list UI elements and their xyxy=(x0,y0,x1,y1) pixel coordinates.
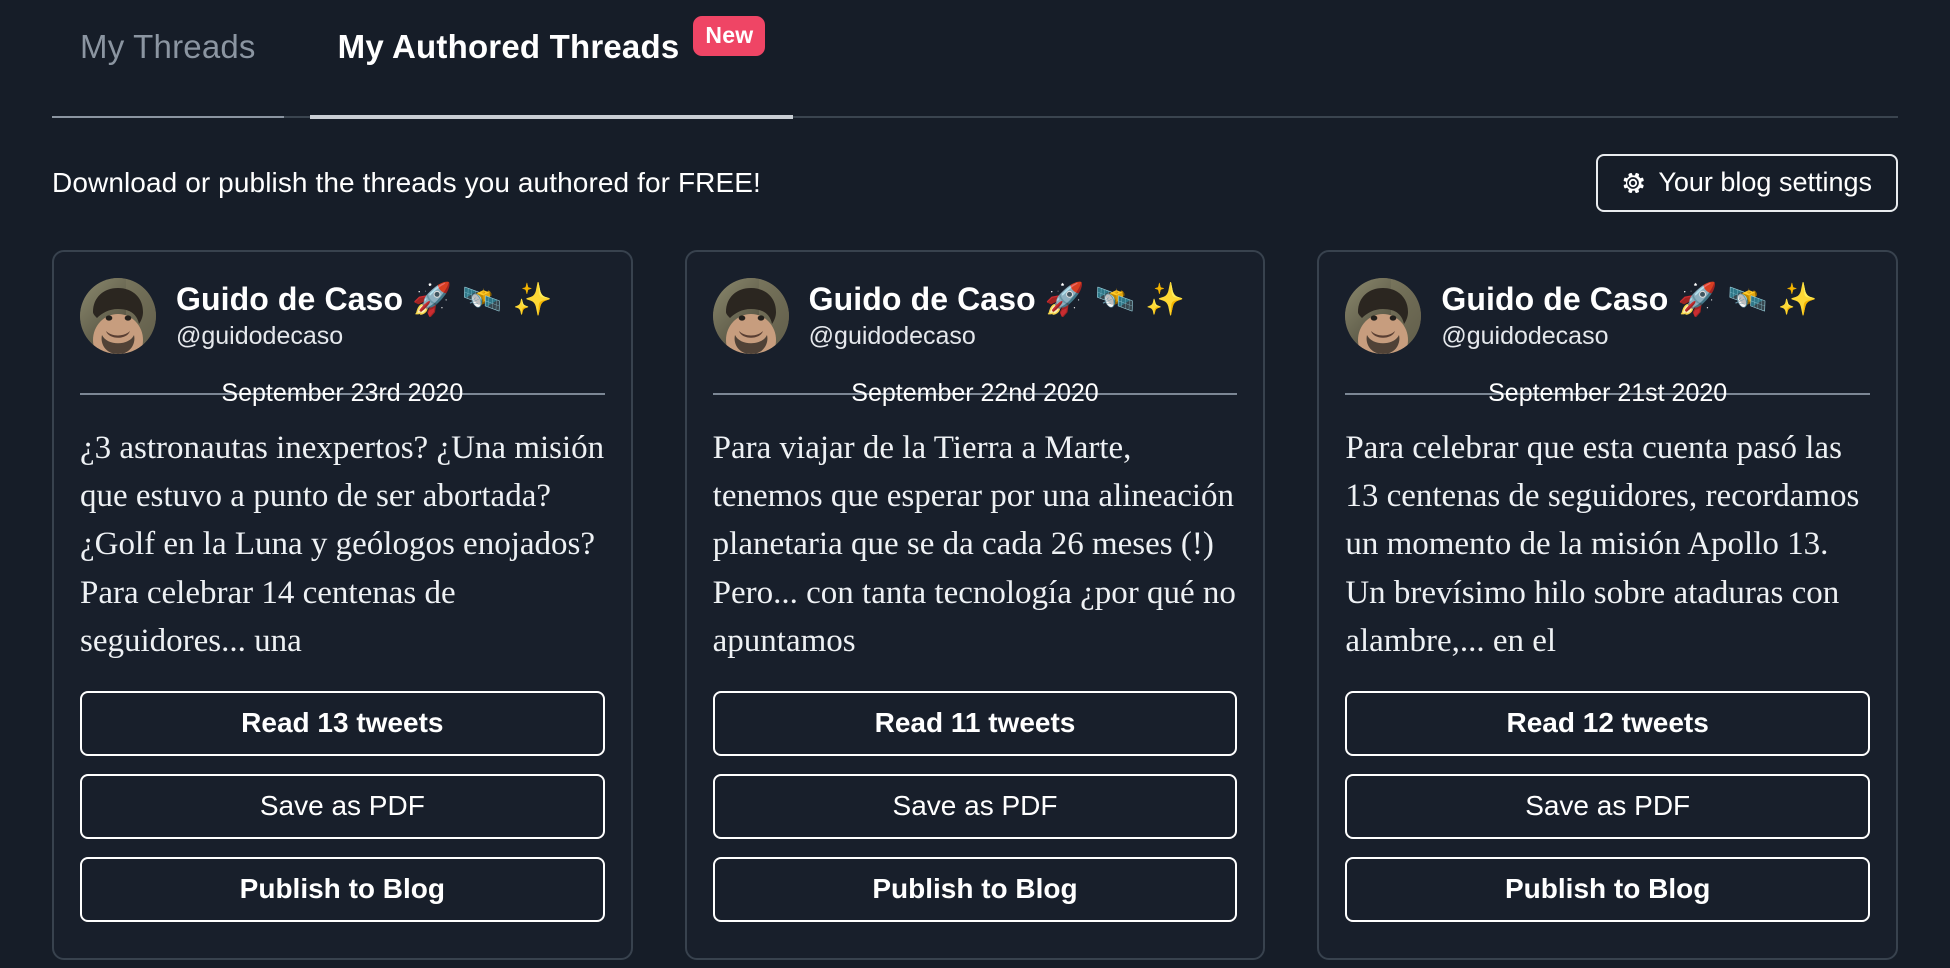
avatar xyxy=(712,278,789,354)
card-header: Guido de Caso 🚀 🛰️ ✨ @guidodecaso xyxy=(80,278,605,354)
subheader: Download or publish the threads you auth… xyxy=(52,118,1898,232)
new-badge: New xyxy=(693,16,766,56)
author-name-text: Guido de Caso xyxy=(1441,280,1669,317)
thread-excerpt: Para celebrar que esta cuenta pasó las 1… xyxy=(1345,430,1860,659)
thread-card[interactable]: Guido de Caso 🚀 🛰️ ✨ @guidodecaso Septem… xyxy=(52,250,633,961)
tab-bar: My Threads My Authored Threads New xyxy=(52,0,1898,119)
author-identity: Guido de Caso 🚀 🛰️ ✨ @guidodecaso xyxy=(1441,280,1817,353)
card-actions: Read 12 tweets Save as PDF Publish to Bl… xyxy=(1345,690,1870,923)
gear-icon xyxy=(1620,170,1646,196)
publish-to-blog-button[interactable]: Publish to Blog xyxy=(712,857,1238,923)
tab-my-authored-threads[interactable]: My Authored Threads New xyxy=(309,0,794,119)
tab-my-threads-label: My Threads xyxy=(80,28,256,65)
tab-my-threads[interactable]: My Threads xyxy=(52,0,284,118)
publish-to-blog-button[interactable]: Publish to Blog xyxy=(1345,857,1870,923)
card-header: Guido de Caso 🚀 🛰️ ✨ @guidodecaso xyxy=(712,278,1238,354)
author-name-emojis: 🚀 🛰️ ✨ xyxy=(412,279,553,318)
avatar xyxy=(80,278,156,354)
save-as-pdf-button[interactable]: Save as PDF xyxy=(1345,774,1870,840)
thread-card[interactable]: Guido de Caso 🚀 🛰️ ✨ @guidodecaso Septem… xyxy=(684,250,1266,961)
author-name: Guido de Caso 🚀 🛰️ ✨ xyxy=(1441,280,1817,318)
author-name: Guido de Caso 🚀 🛰️ ✨ xyxy=(809,280,1185,318)
card-actions: Read 13 tweets Save as PDF Publish to Bl… xyxy=(80,690,605,923)
thread-date-divider: September 22nd 2020 xyxy=(712,376,1238,410)
author-name-text: Guido de Caso xyxy=(808,280,1036,317)
avatar xyxy=(1345,278,1422,354)
publish-to-blog-button[interactable]: Publish to Blog xyxy=(80,857,605,923)
author-identity: Guido de Caso 🚀 🛰️ ✨ @guidodecaso xyxy=(809,280,1185,353)
thread-date: September 21st 2020 xyxy=(1488,379,1728,407)
thread-excerpt: ¿3 astronautas inexpertos? ¿Una misión q… xyxy=(80,430,605,659)
author-name-emojis: 🚀 🛰️ ✨ xyxy=(1044,279,1186,318)
tab-my-authored-threads-label: My Authored Threads xyxy=(337,28,680,65)
your-blog-settings-button[interactable]: Your blog settings xyxy=(1596,154,1898,212)
thread-date: September 23rd 2020 xyxy=(221,379,464,407)
thread-card[interactable]: Guido de Caso 🚀 🛰️ ✨ @guidodecaso Septem… xyxy=(1317,250,1898,961)
save-as-pdf-button[interactable]: Save as PDF xyxy=(80,774,605,840)
thread-date: September 22nd 2020 xyxy=(851,379,1099,407)
thread-date-divider: September 21st 2020 xyxy=(1345,376,1870,410)
author-identity: Guido de Caso 🚀 🛰️ ✨ @guidodecaso xyxy=(176,280,552,353)
card-header: Guido de Caso 🚀 🛰️ ✨ @guidodecaso xyxy=(1345,278,1870,354)
author-handle: @guidodecaso xyxy=(808,321,976,350)
read-tweets-button[interactable]: Read 13 tweets xyxy=(80,690,605,757)
author-name: Guido de Caso 🚀 🛰️ ✨ xyxy=(176,280,552,318)
author-handle: @guidodecaso xyxy=(1441,321,1609,350)
author-handle: @guidodecaso xyxy=(176,321,344,350)
author-name-text: Guido de Caso xyxy=(176,280,404,317)
card-actions: Read 11 tweets Save as PDF Publish to Bl… xyxy=(712,690,1238,923)
author-name-emojis: 🚀 🛰️ ✨ xyxy=(1677,279,1818,318)
save-as-pdf-button[interactable]: Save as PDF xyxy=(712,774,1238,840)
thread-excerpt: Para viajar de la Tierra a Marte, tenemo… xyxy=(712,430,1236,659)
read-tweets-button[interactable]: Read 11 tweets xyxy=(712,690,1238,757)
read-tweets-button[interactable]: Read 12 tweets xyxy=(1345,690,1870,757)
subheader-text: Download or publish the threads you auth… xyxy=(52,167,761,198)
page-root: My Threads My Authored Threads New Downl… xyxy=(0,0,1950,968)
your-blog-settings-label: Your blog settings xyxy=(1658,167,1872,197)
thread-card-grid: Guido de Caso 🚀 🛰️ ✨ @guidodecaso Septem… xyxy=(52,250,1898,961)
thread-date-divider: September 23rd 2020 xyxy=(80,376,605,410)
